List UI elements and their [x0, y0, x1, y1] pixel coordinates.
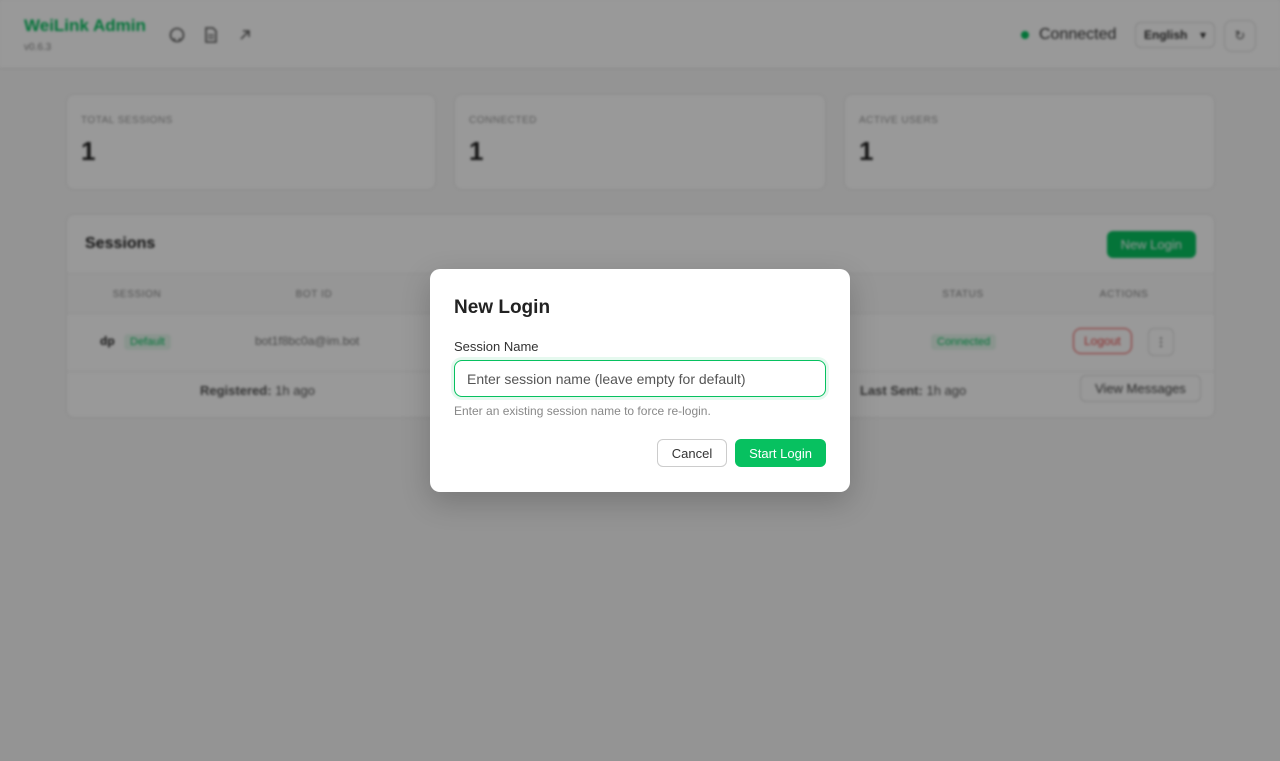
- session-name-label: Session Name: [454, 339, 539, 354]
- cancel-button[interactable]: Cancel: [657, 439, 727, 467]
- session-name-hint: Enter an existing session name to force …: [454, 404, 711, 418]
- session-name-input[interactable]: [454, 360, 826, 397]
- start-login-button[interactable]: Start Login: [735, 439, 826, 467]
- dialog-title: New Login: [454, 297, 551, 318]
- new-login-dialog: New Login Session Name Enter an existing…: [430, 269, 850, 492]
